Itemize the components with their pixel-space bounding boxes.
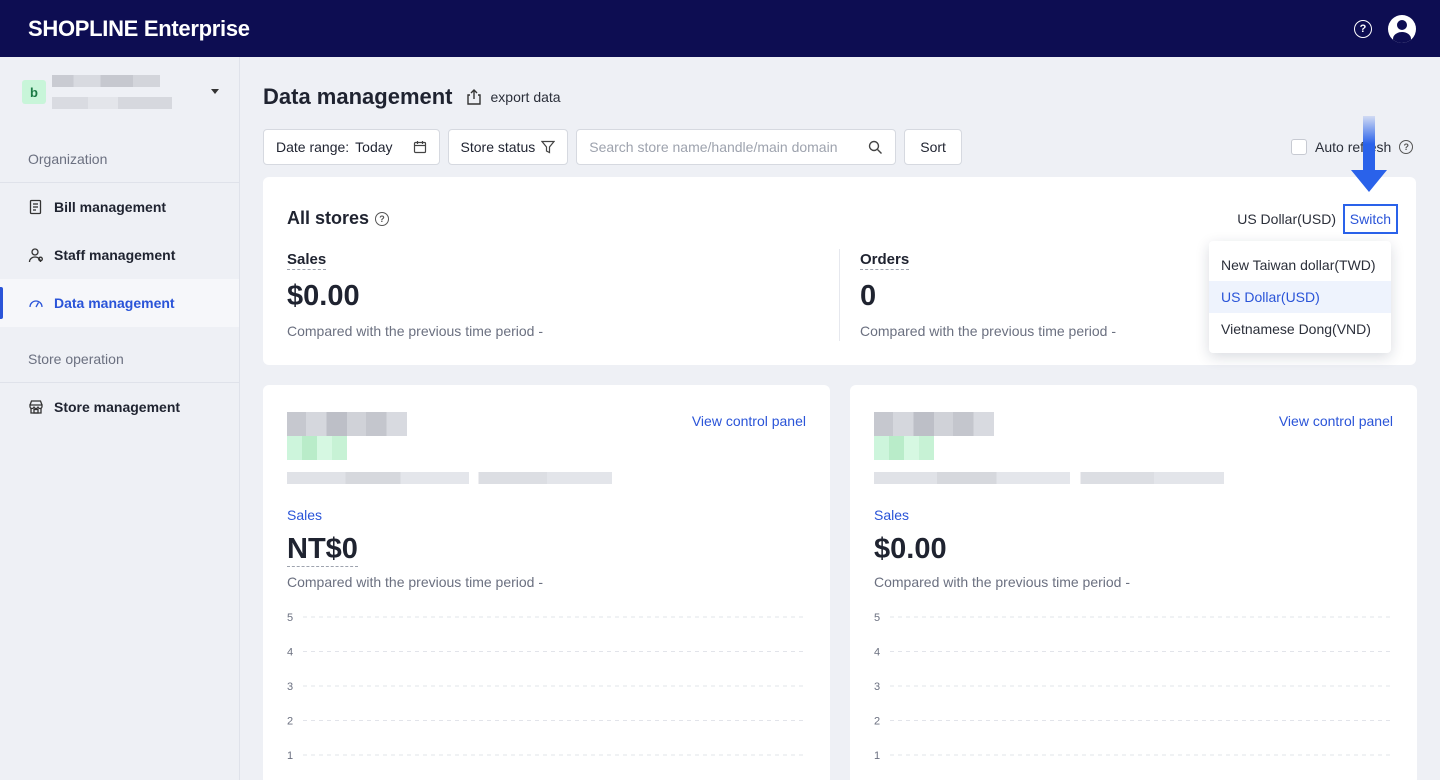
currency-option-usd[interactable]: US Dollar(USD) — [1209, 281, 1391, 313]
user-avatar-icon[interactable] — [1388, 14, 1416, 43]
question-icon[interactable]: ? — [1399, 140, 1414, 154]
export-data-label: export data — [490, 89, 561, 105]
y-tick-label: 1 — [287, 750, 293, 762]
sidebar-item-bill-management[interactable]: Bill management — [0, 183, 239, 231]
orders-label[interactable]: Orders — [860, 251, 910, 270]
sort-button[interactable]: Sort — [904, 129, 962, 165]
bill-icon — [28, 199, 44, 215]
y-tick-label: 5 — [874, 612, 880, 624]
date-range-value: Today — [355, 139, 393, 155]
store-domain-redacted — [874, 472, 1224, 484]
y-tick-label: 1 — [874, 750, 880, 762]
date-range-picker[interactable]: Date range: Today — [263, 129, 440, 165]
filter-icon — [541, 140, 556, 154]
y-tick-label: 2 — [874, 716, 880, 728]
store-search — [576, 129, 897, 165]
store-sales-label[interactable]: Sales — [287, 507, 322, 523]
annotation-arrow-icon — [1351, 116, 1387, 192]
export-data-button[interactable]: export data — [465, 88, 561, 106]
page-header: Data management export data — [263, 84, 561, 110]
store-sales-chart: 5 4 3 2 1 — [874, 612, 1393, 762]
store-status-redacted — [874, 436, 934, 460]
all-stores-heading: All stores ? — [287, 208, 390, 229]
store-sales-value: $0.00 — [874, 533, 947, 565]
store-sales-chart: 5 4 3 2 1 — [287, 612, 806, 762]
store-sales-label[interactable]: Sales — [874, 507, 909, 523]
sidebar-item-staff-management[interactable]: Staff management — [0, 231, 239, 279]
sidebar-item-label: Data management — [54, 295, 175, 311]
caret-down-icon[interactable] — [211, 89, 219, 94]
sales-compare: Compared with the previous time period - — [287, 323, 544, 339]
store-domain-redacted — [287, 472, 612, 484]
y-tick-label: 3 — [874, 681, 880, 693]
filter-bar: Date range: Today Store status Sort — [263, 129, 962, 165]
currency-option-vnd[interactable]: Vietnamese Dong(VND) — [1209, 313, 1391, 345]
sidebar-item-label: Bill management — [54, 199, 167, 215]
org-name-redacted — [52, 75, 172, 109]
store-status-redacted — [287, 436, 347, 460]
sidebar-item-data-management[interactable]: Data management — [0, 279, 239, 327]
org-switcher[interactable]: b — [0, 57, 239, 127]
sidebar-item-label: Store management — [54, 399, 181, 415]
current-currency: US Dollar(USD) — [1237, 211, 1336, 227]
store-status-label: Store status — [460, 139, 536, 155]
switch-currency-link[interactable]: Switch — [1342, 204, 1398, 234]
calendar-icon — [413, 141, 426, 154]
date-range-label: Date range: — [276, 139, 350, 155]
y-tick-label: 3 — [287, 681, 293, 693]
y-tick-label: 4 — [287, 647, 293, 659]
search-icon[interactable] — [868, 140, 883, 155]
y-tick-label: 5 — [287, 612, 293, 624]
question-icon[interactable]: ? — [375, 211, 390, 226]
store-sales-compare: Compared with the previous time period - — [287, 574, 544, 590]
y-tick-label: 2 — [287, 716, 293, 728]
all-stores-title: All stores — [287, 208, 370, 228]
orders-value: 0 — [860, 280, 877, 312]
dashboard-gauge-icon — [28, 295, 44, 311]
sales-label[interactable]: Sales — [287, 251, 327, 270]
orders-metric: Orders 0 Compared with the previous time… — [860, 251, 1116, 339]
sales-value: $0.00 — [287, 280, 360, 312]
store-sales-compare: Compared with the previous time period - — [874, 574, 1131, 590]
metric-divider — [839, 249, 840, 341]
staff-icon — [28, 247, 44, 263]
store-card: View control panel Sales NT$0 Compared w… — [263, 385, 830, 780]
store-card: View control panel Sales $0.00 Compared … — [850, 385, 1417, 780]
help-icon[interactable]: ? — [1354, 19, 1372, 38]
view-control-panel-link[interactable]: View control panel — [1279, 413, 1393, 429]
currency-dropdown: New Taiwan dollar(TWD) US Dollar(USD) Vi… — [1209, 241, 1391, 353]
nav-section-title: Organization — [0, 145, 239, 183]
sidebar: b Organization Bill management Staff man… — [0, 57, 240, 780]
y-tick-label: 4 — [874, 647, 880, 659]
store-search-input[interactable] — [589, 139, 850, 155]
store-icon — [28, 399, 44, 415]
view-control-panel-link[interactable]: View control panel — [692, 413, 806, 429]
sidebar-item-store-management[interactable]: Store management — [0, 383, 239, 431]
store-sales-value: NT$0 — [287, 533, 358, 567]
store-status-filter[interactable]: Store status — [447, 129, 569, 165]
page-title: Data management — [263, 84, 453, 109]
currency-option-twd[interactable]: New Taiwan dollar(TWD) — [1209, 249, 1391, 281]
org-avatar: b — [22, 80, 46, 104]
app-logo[interactable]: SHOPLINE Enterprise — [28, 16, 250, 42]
store-name-redacted — [874, 412, 994, 436]
export-icon — [466, 89, 481, 105]
top-bar: SHOPLINE Enterprise ? — [0, 0, 1440, 57]
orders-compare: Compared with the previous time period - — [860, 323, 1117, 339]
nav-section-title: Store operation — [0, 345, 239, 383]
store-name-redacted — [287, 412, 407, 436]
auto-refresh-checkbox[interactable] — [1291, 139, 1307, 155]
sales-metric: Sales $0.00 Compared with the previous t… — [287, 251, 543, 339]
sidebar-item-label: Staff management — [54, 247, 176, 263]
